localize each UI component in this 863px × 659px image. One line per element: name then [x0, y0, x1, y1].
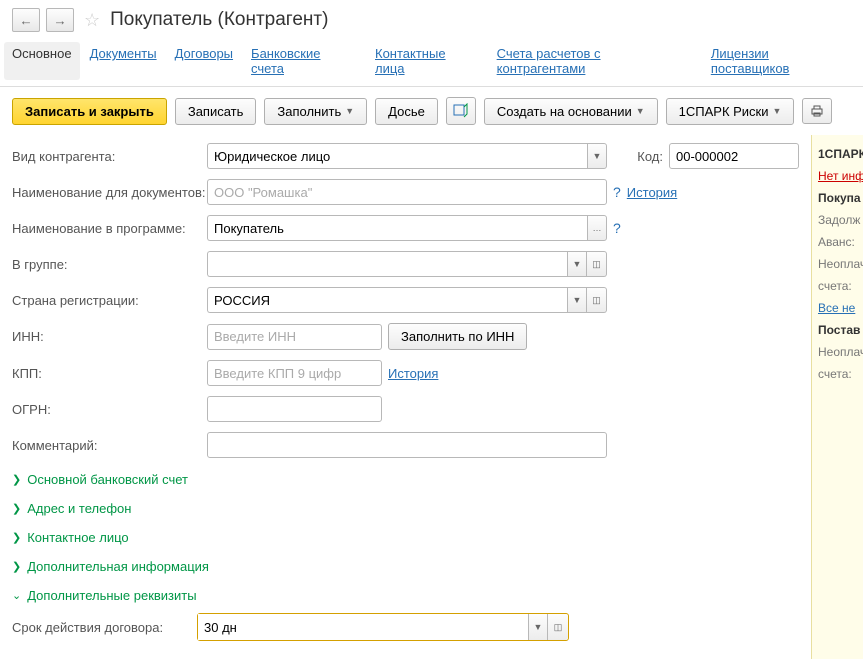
contract-term-input[interactable]	[198, 614, 528, 640]
sidebar-no-info-link[interactable]: Нет инф	[818, 169, 857, 183]
comment-input[interactable]	[207, 432, 607, 458]
tab-contracts[interactable]: Договоры	[175, 46, 233, 76]
ogrn-input[interactable]	[207, 396, 382, 422]
kpp-label: КПП:	[12, 366, 207, 381]
chevron-right-icon: ❯	[12, 473, 21, 486]
sidebar-advance-label: Аванс:	[818, 235, 857, 249]
tab-settlement-accounts[interactable]: Счета расчетов с контрагентами	[497, 46, 693, 76]
expander-address[interactable]: ❯ Адрес и телефон	[12, 497, 799, 520]
inn-label: ИНН:	[12, 329, 207, 344]
sidebar-buyer-title: Покупа	[818, 191, 857, 205]
expander-extra-info-label: Дополнительная информация	[27, 559, 209, 574]
type-label: Вид контрагента:	[12, 149, 207, 164]
caret-down-icon: ▼	[345, 106, 354, 116]
chevron-down-icon: ⌄	[12, 589, 21, 602]
expander-bank-account[interactable]: ❯ Основной банковский счет	[12, 468, 799, 491]
contract-open-button[interactable]: ◫	[548, 614, 568, 640]
contract-term-label: Срок действия договора:	[12, 620, 197, 635]
save-button[interactable]: Записать	[175, 98, 257, 125]
forward-button[interactable]: →	[46, 8, 74, 32]
sidebar-all-link[interactable]: Все не	[818, 301, 857, 315]
docname-history-link[interactable]: История	[627, 185, 677, 200]
tab-main[interactable]: Основное	[4, 42, 80, 80]
tab-documents[interactable]: Документы	[90, 46, 157, 76]
tab-licenses[interactable]: Лицензии поставщиков	[711, 46, 851, 76]
expander-extra-req[interactable]: ⌄ Дополнительные реквизиты	[12, 584, 799, 607]
create-based-label: Создать на основании	[497, 104, 632, 119]
spark-risks-button[interactable]: 1СПАРК Риски ▼	[666, 98, 795, 125]
type-dropdown-button[interactable]: ▼	[587, 143, 607, 169]
printer-icon	[810, 104, 824, 118]
expander-contact[interactable]: ❯ Контактное лицо	[12, 526, 799, 549]
dossier-button[interactable]: Досье	[375, 98, 438, 125]
docname-input[interactable]	[207, 179, 607, 205]
kpp-input[interactable]	[207, 360, 382, 386]
expander-bank-label: Основной банковский счет	[27, 472, 188, 487]
sidebar-debt-label: Задолж	[818, 213, 857, 227]
fill-button[interactable]: Заполнить ▼	[264, 98, 367, 125]
country-dropdown-button[interactable]: ▼	[567, 287, 587, 313]
caret-down-icon: ▼	[773, 106, 782, 116]
group-label: В группе:	[12, 257, 207, 272]
code-label: Код:	[637, 149, 663, 164]
page-title: Покупатель (Контрагент)	[110, 9, 328, 31]
favorite-star-icon[interactable]: ☆	[84, 10, 100, 31]
expander-address-label: Адрес и телефон	[27, 501, 131, 516]
attachments-button[interactable]	[446, 97, 476, 125]
chevron-right-icon: ❯	[12, 560, 21, 573]
group-input[interactable]	[207, 251, 567, 277]
back-button[interactable]: ←	[12, 8, 40, 32]
sidebar-unpaid1-label: Неоплач	[818, 257, 857, 271]
progname-help-icon[interactable]: ?	[613, 220, 621, 236]
inn-input[interactable]	[207, 324, 382, 350]
chevron-right-icon: ❯	[12, 531, 21, 544]
country-open-button[interactable]: ◫	[587, 287, 607, 313]
print-button[interactable]	[802, 98, 832, 124]
group-open-button[interactable]: ◫	[587, 251, 607, 277]
comment-label: Комментарий:	[12, 438, 207, 453]
code-input[interactable]	[669, 143, 799, 169]
sidebar-unpaid2-label: Неоплач	[818, 345, 857, 359]
sidebar-account1-label: счета:	[818, 279, 857, 293]
spark-label: 1СПАРК Риски	[679, 104, 769, 119]
tabs-bar: Основное Документы Договоры Банковские с…	[0, 40, 863, 87]
progname-label: Наименование в программе:	[12, 221, 207, 236]
tab-contacts[interactable]: Контактные лица	[375, 46, 479, 76]
docname-help-icon[interactable]: ?	[613, 184, 621, 200]
sidebar-spark-title: 1СПАРК	[818, 147, 857, 161]
expander-contact-label: Контактное лицо	[27, 530, 128, 545]
type-input[interactable]	[207, 143, 587, 169]
sidebar-panel: 1СПАРК Нет инф Покупа Задолж Аванс: Неоп…	[811, 135, 863, 659]
sidebar-account2-label: счета:	[818, 367, 857, 381]
country-input[interactable]	[207, 287, 567, 313]
kpp-history-link[interactable]: История	[388, 366, 438, 381]
tab-bank-accounts[interactable]: Банковские счета	[251, 46, 357, 76]
chevron-right-icon: ❯	[12, 502, 21, 515]
fill-button-label: Заполнить	[277, 104, 341, 119]
country-label: Страна регистрации:	[12, 293, 207, 308]
docname-label: Наименование для документов:	[12, 185, 207, 200]
toolbar: Записать и закрыть Записать Заполнить ▼ Д…	[0, 87, 863, 135]
expander-extra-req-label: Дополнительные реквизиты	[27, 588, 196, 603]
create-based-button[interactable]: Создать на основании ▼	[484, 98, 658, 125]
contract-dropdown-button[interactable]: ▼	[528, 614, 548, 640]
sidebar-supplier-title: Постав	[818, 323, 857, 337]
expander-extra-info[interactable]: ❯ Дополнительная информация	[12, 555, 799, 578]
group-dropdown-button[interactable]: ▼	[567, 251, 587, 277]
caret-down-icon: ▼	[636, 106, 645, 116]
progname-more-button[interactable]: …	[587, 215, 607, 241]
attachments-icon	[453, 103, 469, 119]
ogrn-label: ОГРН:	[12, 402, 207, 417]
progname-input[interactable]	[207, 215, 587, 241]
save-close-button[interactable]: Записать и закрыть	[12, 98, 167, 125]
fill-by-inn-button[interactable]: Заполнить по ИНН	[388, 323, 527, 350]
